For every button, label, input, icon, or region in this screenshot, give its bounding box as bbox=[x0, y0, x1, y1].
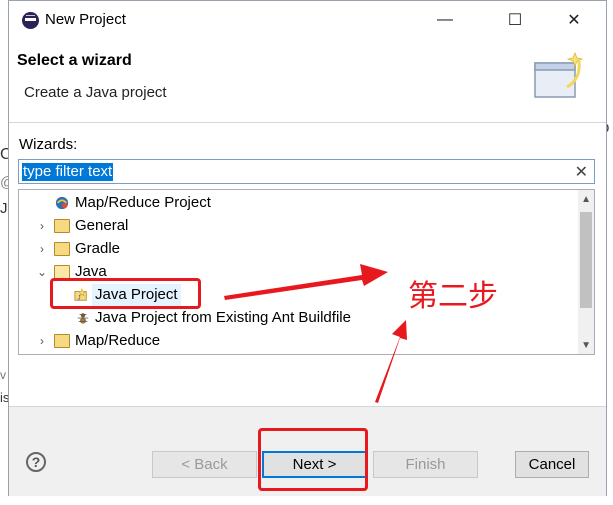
annotation-next-button-highlight bbox=[258, 428, 368, 491]
ant-buildfile-icon bbox=[77, 313, 89, 324]
maximize-button[interactable]: ☐ bbox=[497, 7, 533, 33]
filter-input[interactable]: type filter text ✕ bbox=[18, 159, 595, 184]
wizard-header: Select a wizard Create a Java project bbox=[9, 39, 606, 123]
new-wizard-banner-icon bbox=[534, 51, 584, 98]
annotation-java-project-highlight bbox=[50, 278, 201, 309]
annotation-step-label: 第二步 bbox=[408, 279, 498, 314]
background-text-fragment: J bbox=[0, 200, 8, 217]
scroll-down-arrow-icon[interactable]: ▼ bbox=[581, 340, 591, 351]
tree-item-label: Java Project from Existing Ant Buildfile bbox=[95, 309, 351, 326]
title-bar: New Project — ☐ ✕ bbox=[9, 1, 606, 39]
tree-item-label: Gradle bbox=[75, 240, 121, 257]
folder-icon bbox=[54, 334, 70, 348]
filter-input-value[interactable]: type filter text bbox=[22, 163, 114, 181]
mapreduce-project-icon bbox=[55, 196, 69, 210]
page-title: Select a wizard bbox=[17, 52, 132, 69]
chevron-down-icon[interactable]: ⌄ bbox=[36, 261, 48, 283]
wizards-label: Wizards: bbox=[19, 136, 78, 153]
folder-icon bbox=[54, 219, 70, 233]
chevron-right-icon[interactable]: › bbox=[36, 215, 48, 237]
window-title: New Project bbox=[45, 11, 126, 28]
minimize-button[interactable]: — bbox=[427, 7, 463, 33]
help-icon[interactable]: ? bbox=[26, 452, 46, 472]
scroll-up-arrow-icon[interactable]: ▲ bbox=[581, 194, 591, 205]
eclipse-icon bbox=[22, 12, 39, 29]
back-button[interactable]: < Back bbox=[152, 451, 257, 478]
wizard-tree[interactable]: Map/Reduce Project › General › Gradle ⌄ … bbox=[18, 189, 595, 355]
finish-button[interactable]: Finish bbox=[373, 451, 478, 478]
background-text-fragment: v bbox=[0, 368, 6, 382]
new-project-dialog: New Project — ☐ ✕ Select a wizard Create… bbox=[8, 0, 607, 496]
tree-item-label: Map/Reduce Project bbox=[75, 194, 211, 211]
cancel-button[interactable]: Cancel bbox=[515, 451, 589, 478]
page-description: Create a Java project bbox=[24, 84, 167, 101]
folder-open-icon bbox=[54, 265, 70, 279]
clear-filter-icon[interactable]: ✕ bbox=[575, 162, 588, 182]
chevron-right-icon[interactable]: › bbox=[36, 330, 48, 352]
scrollbar-thumb[interactable] bbox=[580, 212, 592, 308]
tree-scrollbar[interactable]: ▲ ▼ bbox=[578, 190, 594, 354]
tree-item-label: General bbox=[75, 217, 129, 234]
chevron-right-icon[interactable]: › bbox=[36, 238, 48, 260]
tree-item-label: Map/Reduce bbox=[75, 332, 161, 349]
close-button[interactable]: ✕ bbox=[556, 7, 592, 33]
folder-icon bbox=[54, 242, 70, 256]
